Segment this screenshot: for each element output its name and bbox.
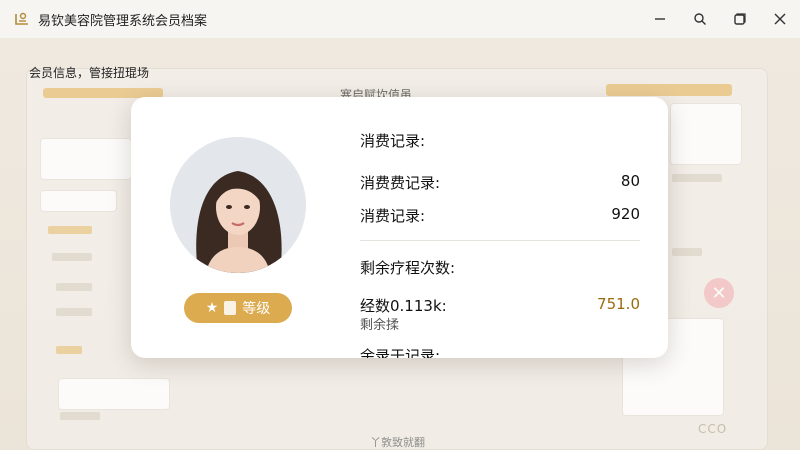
- member-level-badge[interactable]: ★ 等级: [184, 293, 292, 323]
- document-icon: [224, 301, 237, 315]
- background-card: [40, 190, 117, 212]
- background-line: [672, 248, 702, 256]
- member-avatar: [170, 137, 306, 273]
- row-label: 消费记录:: [360, 207, 426, 225]
- background-tag-right: [606, 84, 732, 96]
- consumption-section-title: 消费记录:: [360, 132, 426, 150]
- restore-button[interactable]: [720, 0, 760, 38]
- breadcrumb: 会员信息，管接扭琨场: [29, 66, 150, 80]
- row-label: 消费费记录:: [360, 174, 441, 192]
- search-button[interactable]: [680, 0, 720, 38]
- background-gold-bar: [56, 346, 82, 354]
- title-bar: 易钦美容院管理系统会员档案: [0, 0, 800, 39]
- background-card: [58, 378, 170, 410]
- section-divider: [360, 240, 640, 241]
- star-icon: ★: [205, 300, 219, 316]
- background-line: [56, 308, 92, 316]
- minimize-button[interactable]: [640, 0, 680, 38]
- background-line: [60, 412, 100, 420]
- row-label: 经数0.113k:: [360, 297, 447, 315]
- window-controls: [640, 0, 800, 38]
- background-gold-bar: [48, 226, 92, 234]
- background-card: [40, 138, 132, 180]
- background-card: [670, 103, 742, 165]
- search-icon: [694, 13, 706, 25]
- row-value: 751.0: [597, 295, 640, 313]
- row-value: 920: [611, 205, 640, 223]
- member-profile-card: ★ 等级 消费记录: 消费费记录: 80 消费记录: 920 剩余疗程次数: 经…: [131, 97, 668, 358]
- close-button[interactable]: [760, 0, 800, 38]
- consumption-row: 消费记录: 920: [360, 205, 640, 226]
- remaining-section-title: 剩余疗程次数:: [360, 259, 456, 277]
- close-icon: [774, 13, 786, 25]
- background-delete-icon: ✕: [704, 278, 734, 308]
- background-bottom-text: 丫敦致就翻: [370, 436, 425, 449]
- background-line: [56, 283, 92, 291]
- window-title: 易钦美容院管理系统会员档案: [38, 13, 208, 29]
- level-label: 等级: [242, 301, 271, 317]
- avatar-portrait: [170, 137, 306, 273]
- consumption-row: 消费费记录: 80: [360, 172, 640, 193]
- cut-off-row-label: 余录于记录:: [360, 347, 441, 358]
- background-line: [52, 253, 92, 261]
- app-logo-icon: [15, 12, 28, 25]
- background-corner-text: CCO: [698, 422, 728, 436]
- minimize-icon: [655, 18, 665, 20]
- remaining-subtext: 剩余揉: [360, 318, 400, 333]
- background-line: [672, 174, 722, 182]
- restore-icon: [734, 13, 746, 25]
- remaining-row: 经数0.113k: 751.0: [360, 295, 640, 316]
- row-value: 80: [620, 172, 640, 190]
